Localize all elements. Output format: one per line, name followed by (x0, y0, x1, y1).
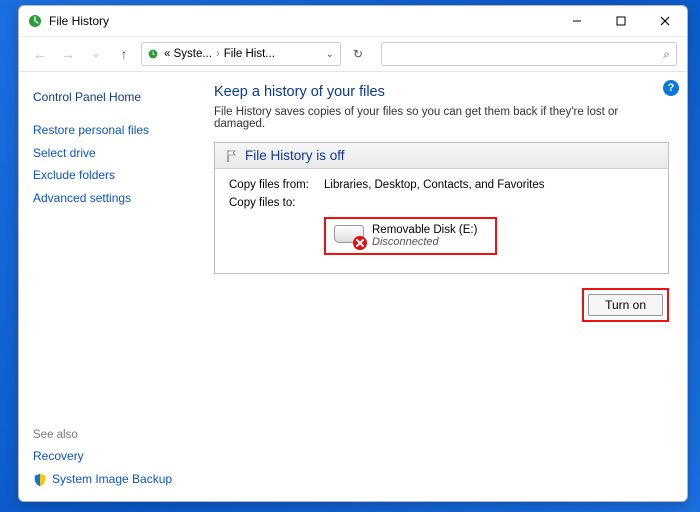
breadcrumb-root[interactable]: « Syste... (164, 48, 212, 60)
help-button[interactable]: ? (663, 80, 679, 96)
flag-icon (225, 149, 239, 163)
titlebar: File History (19, 6, 687, 36)
disconnected-icon (352, 235, 368, 251)
body: Control Panel Home Restore personal file… (19, 72, 687, 501)
main-content: ? Keep a history of your files File Hist… (204, 72, 687, 501)
breadcrumb-current[interactable]: File Hist... (224, 48, 275, 60)
close-button[interactable] (643, 6, 687, 36)
control-panel-home-link[interactable]: Control Panel Home (33, 86, 194, 109)
sidebar-link-restore[interactable]: Restore personal files (33, 119, 194, 142)
see-also-label: See also (33, 429, 194, 441)
window-title: File History (49, 14, 109, 28)
drive-name: Removable Disk (E:) (372, 224, 477, 236)
window-buttons (555, 6, 687, 36)
folder-icon (146, 47, 160, 61)
minimize-button[interactable] (555, 6, 599, 36)
sidebar-link-system-image-backup[interactable]: System Image Backup (52, 468, 172, 491)
maximize-button[interactable] (599, 6, 643, 36)
shield-icon (33, 473, 47, 487)
page-title: Keep a history of your files (214, 84, 669, 100)
refresh-button[interactable]: ↻ (347, 47, 369, 61)
up-button[interactable]: ↑ (113, 43, 135, 65)
sidebar: Control Panel Home Restore personal file… (19, 72, 204, 501)
status-panel: File History is off Copy files from: Lib… (214, 142, 669, 274)
address-bar[interactable]: « Syste... › File Hist... ⌄ (141, 42, 341, 66)
forward-button[interactable]: → (57, 43, 79, 65)
window: File History ← → ⌄ ↑ « Syste... › File H… (18, 5, 688, 502)
breadcrumb-separator-icon: › (216, 48, 220, 60)
drive-icon (332, 223, 366, 249)
sidebar-link-advanced[interactable]: Advanced settings (33, 187, 194, 210)
back-button[interactable]: ← (29, 43, 51, 65)
toolbar: ← → ⌄ ↑ « Syste... › File Hist... ⌄ ↻ ⌕ (19, 36, 687, 72)
copy-from-value: Libraries, Desktop, Contacts, and Favori… (324, 179, 545, 191)
file-history-icon (27, 13, 43, 29)
sidebar-link-exclude[interactable]: Exclude folders (33, 164, 194, 187)
search-icon: ⌕ (663, 47, 670, 62)
sidebar-link-select-drive[interactable]: Select drive (33, 142, 194, 165)
page-subtitle: File History saves copies of your files … (214, 106, 669, 130)
status-text: File History is off (245, 148, 345, 163)
status-panel-header: File History is off (215, 143, 668, 169)
chevron-down-icon[interactable]: ⌄ (324, 49, 336, 60)
status-panel-body: Copy files from: Libraries, Desktop, Con… (215, 169, 668, 273)
turn-on-highlight: Turn on (582, 288, 669, 322)
sidebar-link-recovery[interactable]: Recovery (33, 445, 194, 468)
search-input[interactable]: ⌕ (381, 42, 677, 66)
turn-on-button[interactable]: Turn on (588, 294, 663, 316)
recent-locations-button[interactable]: ⌄ (85, 43, 107, 65)
drive-state: Disconnected (372, 236, 477, 248)
drive-box: Removable Disk (E:) Disconnected (324, 217, 497, 255)
copy-to-label: Copy files to: (229, 197, 324, 209)
copy-from-label: Copy files from: (229, 179, 324, 191)
